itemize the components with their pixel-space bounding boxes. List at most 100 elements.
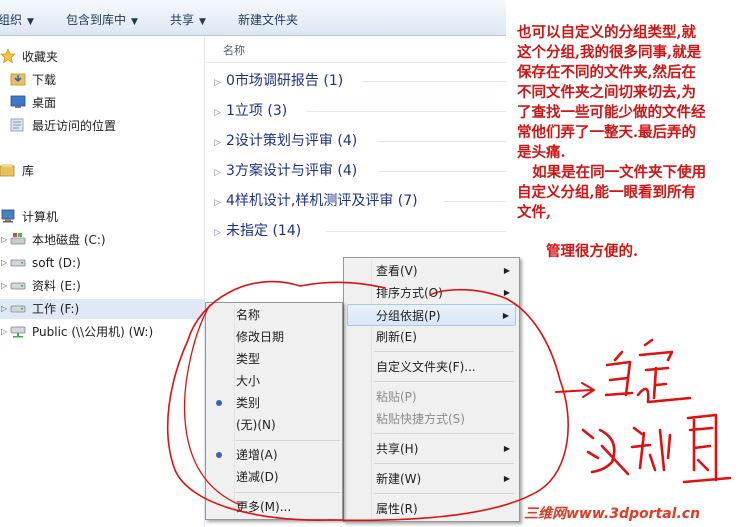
- expand-arrow-icon[interactable]: ▷: [1, 276, 7, 296]
- menu-item-properties[interactable]: 属性(R): [347, 498, 516, 520]
- include-in-library-button[interactable]: 包含到库中 ▼: [66, 11, 138, 28]
- group-divider: [379, 141, 506, 142]
- nav-favorites[interactable]: 收藏夹: [0, 47, 58, 67]
- menu-item-view-label: 查看(V): [376, 264, 418, 278]
- group-option-date-modified[interactable]: 修改日期: [209, 326, 339, 348]
- group-header[interactable]: ▷ 0市场调研报告 (1): [214, 70, 506, 94]
- share-button[interactable]: 共享 ▼: [170, 11, 206, 28]
- menu-item-customize-folder[interactable]: 自定义文件夹(F)...: [347, 356, 516, 378]
- expand-arrow-icon[interactable]: ▷: [1, 230, 7, 250]
- menu-item-paste-shortcut: 粘贴快捷方式(S): [347, 408, 516, 430]
- nav-libraries[interactable]: 库: [0, 161, 34, 181]
- nav-downloads-label: 下载: [32, 73, 57, 87]
- new-folder-label: 新建文件夹: [238, 13, 299, 27]
- expand-arrow-icon[interactable]: ▷: [1, 253, 7, 273]
- drive-icon: [10, 259, 26, 267]
- chevron-down-icon: ▼: [131, 17, 138, 27]
- radio-selected-icon: [216, 400, 222, 406]
- group-divider: [362, 81, 506, 82]
- group-option-none[interactable]: (无)(N): [209, 414, 339, 436]
- submenu-arrow-icon: ▶: [502, 311, 509, 320]
- menu-item-view[interactable]: 查看(V) ▶: [347, 260, 516, 282]
- nav-recent-places[interactable]: 最近访问的位置: [10, 116, 116, 136]
- expand-arrow-icon[interactable]: ▷: [1, 322, 7, 342]
- group-option-category[interactable]: 类别: [209, 392, 339, 414]
- menu-item-group-by[interactable]: 分组依据(P) ▶: [347, 304, 516, 326]
- expand-chevron-icon[interactable]: ▷: [214, 222, 226, 244]
- handwritten-chars: [581, 338, 732, 484]
- nav-drive-e-label: 资料 (E:): [32, 279, 81, 293]
- nav-drive-f[interactable]: ▷ 工作 (F:): [0, 299, 205, 319]
- group-header[interactable]: ▷ 3方案设计与评审 (4): [214, 160, 506, 184]
- submenu-arrow-icon: ▶: [503, 444, 510, 453]
- expand-chevron-icon[interactable]: ▷: [214, 102, 226, 124]
- expand-chevron-icon[interactable]: ▷: [214, 132, 226, 154]
- organize-label: 组织: [0, 13, 23, 27]
- menu-item-group-by-label: 分组依据(P): [376, 309, 441, 323]
- group-option-name-label: 名称: [236, 308, 261, 322]
- expand-chevron-icon[interactable]: ▷: [214, 162, 226, 184]
- menu-item-sort-by[interactable]: 排序方式(O) ▶: [347, 282, 516, 304]
- annotation-note: 也可以自定义的分组类型,就 这个分组,我的很多同事,就是 保存在不同的文件夹,然…: [517, 23, 740, 223]
- expand-chevron-icon[interactable]: ▷: [214, 72, 226, 94]
- group-header-label: 1立项 (3): [226, 103, 288, 119]
- group-divider: [444, 201, 506, 202]
- nav-computer-label: 计算机: [22, 210, 59, 224]
- expand-chevron-icon[interactable]: ▷: [214, 192, 226, 214]
- annotation-footer: 管理很方便的.: [546, 243, 639, 260]
- group-header-label: 0市场调研报告 (1): [226, 73, 344, 89]
- menu-item-refresh[interactable]: 刷新(E): [347, 326, 516, 348]
- annotation-line: 这个分组,我的很多同事,就是: [517, 44, 702, 61]
- system-drive-icon: [10, 233, 26, 245]
- share-label: 共享: [170, 13, 195, 27]
- nav-drive-c[interactable]: ▷ 本地磁盘 (C:): [1, 230, 106, 250]
- menu-item-paste: 粘贴(P): [347, 386, 516, 408]
- organize-button[interactable]: 组织 ▼: [0, 11, 34, 28]
- menu-item-refresh-label: 刷新(E): [376, 330, 417, 344]
- chevron-down-icon: ▼: [27, 17, 34, 27]
- group-option-more-label: 更多(M)...: [236, 500, 292, 514]
- group-header[interactable]: ▷ 未指定 (14): [214, 220, 506, 244]
- header-divider: [206, 62, 506, 63]
- menu-item-share-with[interactable]: 共享(H) ▶: [347, 438, 516, 460]
- group-header[interactable]: ▷ 4样机设计,样机测评及评审 (7): [214, 190, 506, 214]
- group-option-name[interactable]: 名称: [209, 304, 339, 326]
- nav-computer[interactable]: 计算机: [0, 207, 58, 227]
- group-header[interactable]: ▷ 1立项 (3): [214, 100, 506, 124]
- group-option-size[interactable]: 大小: [209, 370, 339, 392]
- menu-item-new-label: 新建(W): [376, 472, 422, 486]
- group-option-more[interactable]: 更多(M)...: [209, 496, 339, 518]
- group-option-type[interactable]: 类型: [209, 348, 339, 370]
- group-option-ascending[interactable]: 递增(A): [209, 444, 339, 466]
- nav-recent-label: 最近访问的位置: [32, 119, 117, 133]
- group-header-label: 未指定 (14): [226, 223, 302, 239]
- nav-downloads[interactable]: 下载: [10, 70, 56, 90]
- recent-places-icon: [10, 118, 24, 132]
- nav-drive-f-label: 工作 (F:): [32, 302, 80, 316]
- submenu-arrow-icon: ▶: [503, 266, 510, 275]
- group-header[interactable]: ▷ 2设计策划与评审 (4): [214, 130, 506, 154]
- group-option-date-modified-label: 修改日期: [236, 330, 285, 344]
- menu-item-share-with-label: 共享(H): [376, 442, 419, 456]
- library-icon: [0, 164, 15, 177]
- group-option-category-label: 类别: [236, 396, 261, 410]
- annotation-line: 自定义分组,能一眼看到所有: [517, 184, 697, 201]
- menu-item-new[interactable]: 新建(W) ▶: [347, 468, 516, 490]
- group-header-label: 2设计策划与评审 (4): [226, 133, 358, 149]
- drive-icon: [10, 282, 26, 290]
- nav-drive-d[interactable]: ▷ soft (D:): [1, 253, 81, 273]
- menu-separator: [374, 351, 514, 352]
- expand-arrow-icon[interactable]: ▷: [1, 299, 7, 319]
- chevron-down-icon: ▼: [199, 17, 206, 27]
- nav-drive-e[interactable]: ▷ 资料 (E:): [1, 276, 81, 296]
- group-option-size-label: 大小: [236, 374, 261, 388]
- arrow-stroke: [555, 382, 595, 398]
- network-drive-icon: [10, 326, 26, 338]
- group-option-descending[interactable]: 递减(D): [209, 466, 339, 488]
- nav-network-drive-w[interactable]: ▷ Public (\\公用机) (W:): [1, 322, 153, 342]
- column-header-name[interactable]: 名称: [223, 42, 245, 58]
- nav-drive-c-label: 本地磁盘 (C:): [32, 233, 106, 247]
- new-folder-button[interactable]: 新建文件夹: [238, 11, 298, 28]
- nav-desktop[interactable]: 桌面: [10, 93, 56, 113]
- radio-selected-icon: [216, 452, 222, 458]
